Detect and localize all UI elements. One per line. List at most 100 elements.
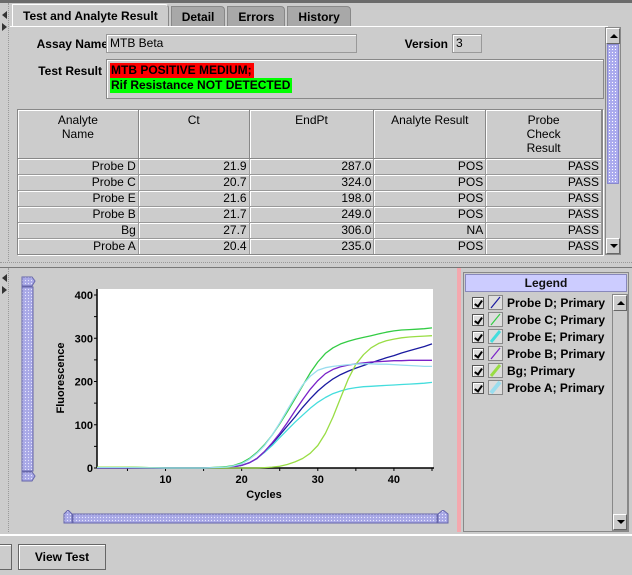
cell-endpt: 324.0	[250, 175, 375, 190]
legend-label: Probe C; Primary	[507, 312, 606, 327]
line-swatch-icon	[488, 329, 503, 344]
x-range-slider-graphic	[63, 510, 449, 524]
expand-right-icon[interactable]	[2, 23, 7, 31]
table-row[interactable]: Bg 27.7 306.0 NA PASS	[18, 223, 602, 239]
tab-history[interactable]: History	[287, 6, 351, 26]
arrow-down-icon	[610, 244, 618, 248]
table-header: Analyte Name Ct EndPt Analyte Result Pro…	[18, 110, 602, 159]
scroll-down-button[interactable]	[606, 238, 620, 254]
scroll-down-button[interactable]	[613, 514, 627, 530]
cell-analyte-name: Probe B	[18, 207, 139, 222]
scroll-thumb[interactable]	[607, 44, 619, 184]
cell-ct: 20.4	[139, 239, 250, 254]
bottom-toolbar: View Test	[0, 534, 632, 575]
table-row[interactable]: Probe E 21.6 198.0 POS PASS	[18, 191, 602, 207]
chart-panel	[10, 268, 459, 532]
legend-checkbox[interactable]	[472, 364, 484, 377]
legend-checkbox[interactable]	[472, 313, 484, 326]
legend-item[interactable]: Probe B; Primary	[472, 345, 605, 362]
slider-track[interactable]	[21, 286, 34, 472]
cell-analyte-result: POS	[374, 207, 487, 222]
cell-probe-check: PASS	[486, 207, 602, 222]
legend-checkbox[interactable]	[472, 347, 484, 360]
cell-analyte-name: Probe E	[18, 191, 139, 206]
legend-scrollbar[interactable]	[612, 294, 628, 531]
slider-bottom-handle[interactable]	[21, 471, 36, 482]
header-ct[interactable]: Ct	[139, 110, 250, 158]
test-result-label: Test Result	[38, 64, 102, 78]
header-text: Probe Check Result	[526, 113, 561, 155]
legend-label: Bg; Primary	[507, 363, 576, 378]
bottom-split-handle[interactable]	[0, 268, 9, 532]
cell-probe-check: PASS	[486, 239, 602, 254]
legend-checkbox[interactable]	[472, 296, 484, 309]
cell-analyte-result: POS	[374, 191, 487, 206]
version-field: 3	[452, 34, 482, 53]
cell-endpt: 306.0	[250, 223, 375, 238]
header-probe-check-result[interactable]: Probe Check Result	[486, 110, 602, 158]
legend-checkbox[interactable]	[472, 381, 484, 394]
tab-detail[interactable]: Detail	[170, 6, 226, 26]
y-range-slider-graphic	[21, 276, 36, 482]
y-range-slider[interactable]	[21, 276, 36, 482]
tab-test-and-analyte-result[interactable]: Test and Analyte Result	[12, 4, 169, 26]
slider-right-handle[interactable]	[437, 510, 449, 524]
chart-legend-splitter[interactable]	[457, 268, 461, 532]
top-split-handle[interactable]	[0, 3, 9, 263]
legend-item[interactable]: Probe D; Primary	[472, 294, 605, 311]
cell-probe-check: PASS	[486, 223, 602, 238]
header-text: Analyte Name	[57, 113, 98, 141]
expand-right-icon[interactable]	[2, 286, 7, 294]
header-text: Ct	[187, 113, 200, 127]
slider-left-handle[interactable]	[63, 510, 73, 524]
slider-track[interactable]	[72, 513, 438, 524]
previous-button[interactable]	[0, 544, 12, 570]
legend-checkbox[interactable]	[472, 330, 484, 343]
cell-endpt: 287.0	[250, 159, 375, 174]
slider-top-handle[interactable]	[21, 276, 36, 287]
cell-probe-check: PASS	[486, 191, 602, 206]
line-swatch-icon	[488, 346, 503, 361]
tab-bar: Test and Analyte Result Detail Errors Hi…	[12, 4, 353, 26]
scroll-up-button[interactable]	[606, 28, 620, 44]
legend-label: Probe B; Primary	[507, 346, 606, 361]
legend-item[interactable]: Probe C; Primary	[472, 311, 605, 328]
cell-ct: 27.7	[139, 223, 250, 238]
test-result-line-rif: Rif Resistance NOT DETECTED	[110, 78, 293, 93]
x-range-slider[interactable]	[63, 510, 449, 524]
test-result-box: MTB POSITIVE MEDIUM; Rif Resistance NOT …	[106, 59, 604, 99]
legend-panel: Legend Probe D; Primary Probe C; Primary…	[463, 272, 629, 532]
cell-analyte-result: NA	[374, 223, 487, 238]
scroll-up-button[interactable]	[613, 295, 627, 311]
cell-analyte-name: Probe D	[18, 159, 139, 174]
cell-analyte-name: Probe A	[18, 239, 139, 254]
line-swatch-icon	[488, 380, 503, 395]
window-top-border	[0, 0, 632, 3]
cell-endpt: 235.0	[250, 239, 375, 254]
header-analyte-result[interactable]: Analyte Result	[374, 110, 487, 158]
legend-item[interactable]: Bg; Primary	[472, 362, 575, 379]
table-row[interactable]: Probe D 21.9 287.0 POS PASS	[18, 159, 602, 175]
table-row[interactable]: Probe C 20.7 324.0 POS PASS	[18, 175, 602, 191]
arrow-up-icon	[617, 301, 625, 305]
view-test-button[interactable]: View Test	[18, 544, 106, 570]
header-analyte-name[interactable]: Analyte Name	[18, 110, 139, 158]
legend-item[interactable]: Probe A; Primary	[472, 379, 605, 396]
collapse-left-icon[interactable]	[2, 274, 7, 282]
header-text: Analyte Result	[391, 113, 469, 127]
cell-ct: 21.7	[139, 207, 250, 222]
test-result-window: Test and Analyte Result Detail Errors Hi…	[0, 0, 632, 575]
collapse-left-icon[interactable]	[2, 11, 7, 19]
top-panel-scrollbar[interactable]	[605, 27, 621, 255]
table-row[interactable]: Probe B 21.7 249.0 POS PASS	[18, 207, 602, 223]
analyte-table: Analyte Name Ct EndPt Analyte Result Pro…	[17, 109, 603, 255]
cell-analyte-name: Probe C	[18, 175, 139, 190]
arrow-down-icon	[617, 520, 625, 524]
tab-errors[interactable]: Errors	[227, 6, 286, 26]
header-text: EndPt	[295, 113, 328, 127]
table-row[interactable]: Probe A 20.4 235.0 POS PASS	[18, 239, 602, 254]
header-endpt[interactable]: EndPt	[250, 110, 375, 158]
line-swatch-icon	[488, 312, 503, 327]
cell-probe-check: PASS	[486, 159, 602, 174]
legend-item[interactable]: Probe E; Primary	[472, 328, 604, 345]
